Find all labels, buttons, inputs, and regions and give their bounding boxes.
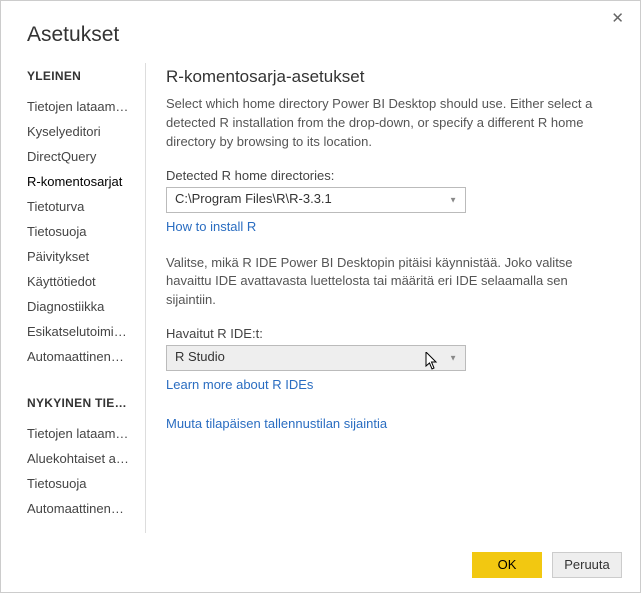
sidebar-item[interactable]: Tietosuoja: [27, 472, 137, 495]
link-learn-more-ides[interactable]: Learn more about R IDEs: [166, 377, 313, 392]
link-how-to-install-r[interactable]: How to install R: [166, 219, 256, 234]
chevron-down-icon: ▼: [449, 195, 457, 204]
label-detected-ide: Havaitut R IDE:t:: [166, 326, 612, 341]
dialog-footer: OK Peruuta: [472, 552, 622, 578]
sidebar-item[interactable]: DirectQuery: [27, 145, 137, 168]
sidebar-item[interactable]: Diagnostiikka: [27, 295, 137, 318]
sidebar: YLEINEN Tietojen lataam…KyselyeditoriDir…: [1, 63, 146, 533]
sidebar-item[interactable]: Esikatselutoimi…: [27, 320, 137, 343]
dialog-title: Asetukset: [1, 1, 640, 63]
close-button[interactable]: ✕: [605, 7, 630, 29]
content-area: YLEINEN Tietojen lataam…KyselyeditoriDir…: [1, 63, 640, 533]
chevron-down-icon: ▼: [449, 354, 457, 363]
select-r-home-value: C:\Program Files\R\R-3.3.1: [175, 191, 332, 206]
sidebar-item[interactable]: R-komentosarjat: [27, 170, 137, 193]
sidebar-item[interactable]: Tietojen lataam…: [27, 422, 137, 445]
select-r-ide-value: R Studio: [175, 349, 225, 364]
sidebar-item[interactable]: Tietoturva: [27, 195, 137, 218]
label-detected-home: Detected R home directories:: [166, 168, 612, 183]
description-r-home: Select which home directory Power BI Des…: [166, 95, 612, 152]
sidebar-item[interactable]: Käyttötiedot: [27, 270, 137, 293]
sidebar-item[interactable]: Aluekohtaiset a…: [27, 447, 137, 470]
sidebar-section-general: YLEINEN: [27, 69, 137, 83]
link-temp-storage[interactable]: Muuta tilapäisen tallennustilan sijainti…: [166, 416, 387, 431]
main-heading: R-komentosarja-asetukset: [166, 67, 612, 87]
sidebar-item[interactable]: Automaattinen…: [27, 497, 137, 520]
cancel-button[interactable]: Peruuta: [552, 552, 622, 578]
description-r-ide: Valitse, mikä R IDE Power BI Desktopin p…: [166, 254, 612, 311]
main-panel: R-komentosarja-asetukset Select which ho…: [146, 63, 640, 533]
sidebar-item[interactable]: Tietojen lataam…: [27, 95, 137, 118]
sidebar-section-current: NYKYINEN TIE…: [27, 396, 137, 410]
select-r-ide[interactable]: R Studio ▼: [166, 345, 466, 371]
sidebar-item[interactable]: Automaattinen…: [27, 345, 137, 368]
ok-button[interactable]: OK: [472, 552, 542, 578]
sidebar-item[interactable]: Tietosuoja: [27, 220, 137, 243]
sidebar-item[interactable]: Päivitykset: [27, 245, 137, 268]
select-r-home[interactable]: C:\Program Files\R\R-3.3.1 ▼: [166, 187, 466, 213]
sidebar-item[interactable]: Kyselyeditori: [27, 120, 137, 143]
cursor-icon: [425, 352, 439, 370]
